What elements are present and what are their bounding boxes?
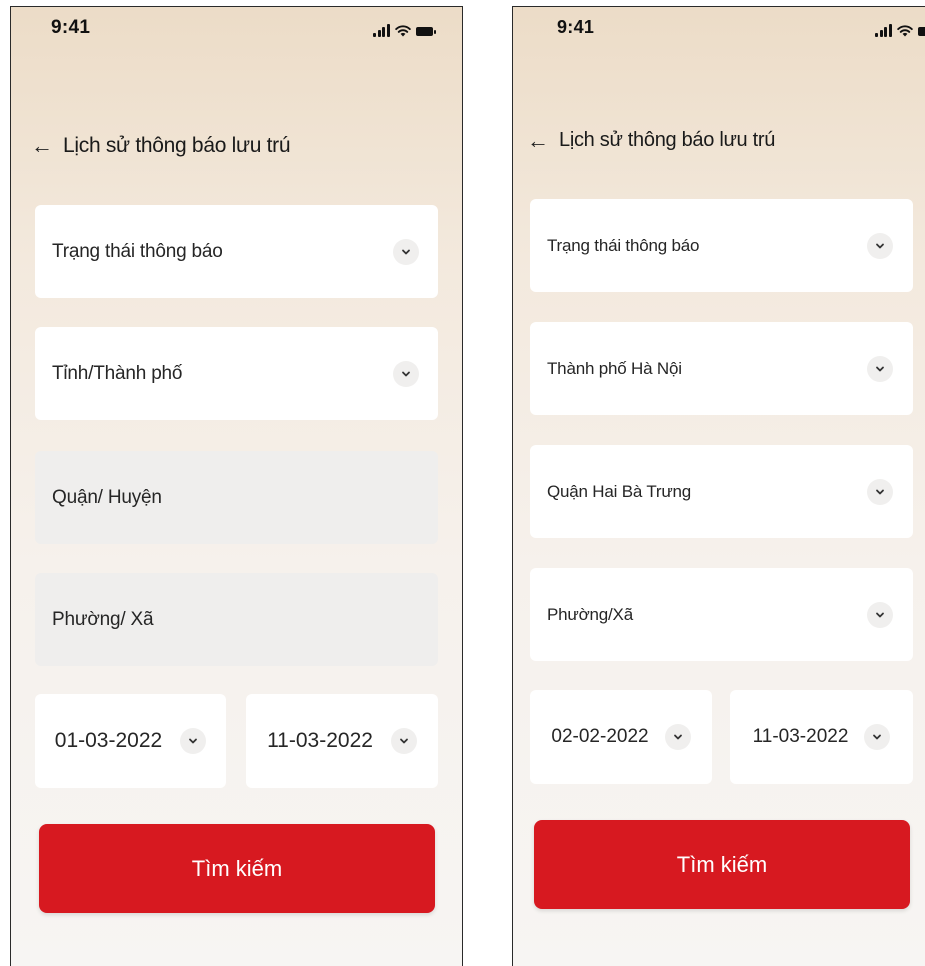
page-title: Lịch sử thông báo lưu trú — [559, 129, 775, 152]
phone-screen-right: 9:41 ← Lịch sử thông báo lưu trú Trạng t… — [512, 6, 925, 966]
ward-dropdown-label: Phường/ Xã — [52, 609, 438, 631]
province-dropdown[interactable]: Thành phố Hà Nội — [530, 322, 913, 415]
chevron-down-icon — [180, 728, 206, 754]
district-dropdown-label: Quận/ Huyện — [52, 487, 438, 509]
arrow-left-icon[interactable]: ← — [527, 130, 549, 152]
chevron-down-icon — [867, 479, 893, 505]
ward-dropdown[interactable]: Phường/Xã — [530, 568, 913, 661]
status-dropdown[interactable]: Trạng thái thông báo — [35, 205, 438, 298]
to-date-value: 11-03-2022 — [753, 726, 849, 748]
status-icons — [875, 23, 925, 37]
chevron-down-icon — [867, 233, 893, 259]
signal-icon — [875, 24, 892, 37]
status-icons — [373, 23, 433, 37]
search-button[interactable]: Tìm kiếm — [534, 820, 910, 909]
to-date-picker[interactable]: 11-03-2022 — [246, 694, 438, 788]
signal-icon — [373, 24, 390, 37]
arrow-left-icon[interactable]: ← — [31, 135, 53, 157]
from-date-value: 02-02-2022 — [551, 726, 648, 748]
search-button[interactable]: Tìm kiếm — [39, 824, 435, 913]
province-dropdown-label: Tỉnh/Thành phố — [52, 363, 393, 385]
chevron-down-icon — [867, 356, 893, 382]
ward-dropdown-label: Phường/Xã — [547, 605, 867, 625]
chevron-down-icon — [864, 724, 890, 750]
chevron-down-icon — [393, 239, 419, 265]
province-dropdown[interactable]: Tỉnh/Thành phố — [35, 327, 438, 420]
status-dropdown[interactable]: Trạng thái thông báo — [530, 199, 913, 292]
wifi-icon — [395, 24, 411, 37]
wifi-icon — [897, 24, 913, 37]
from-date-picker[interactable]: 01-03-2022 — [35, 694, 226, 788]
to-date-value: 11-03-2022 — [267, 729, 373, 753]
status-dropdown-label: Trạng thái thông báo — [52, 241, 393, 263]
chevron-down-icon — [867, 602, 893, 628]
page-header: ← Lịch sử thông báo lưu trú — [31, 134, 290, 158]
chevron-down-icon — [393, 361, 419, 387]
from-date-picker[interactable]: 02-02-2022 — [530, 690, 712, 784]
chevron-down-icon — [665, 724, 691, 750]
district-dropdown: Quận/ Huyện — [35, 451, 438, 544]
status-time: 9:41 — [51, 17, 90, 39]
battery-icon — [416, 27, 433, 36]
page-header: ← Lịch sử thông báo lưu trú — [527, 129, 775, 152]
status-time: 9:41 — [557, 17, 594, 38]
page-title: Lịch sử thông báo lưu trú — [63, 134, 290, 158]
from-date-value: 01-03-2022 — [55, 729, 162, 753]
to-date-picker[interactable]: 11-03-2022 — [730, 690, 913, 784]
phone-screen-left: 9:41 ← Lịch sử thông báo lưu trú Trạng t… — [10, 6, 463, 966]
battery-icon — [918, 27, 925, 36]
district-dropdown[interactable]: Quận Hai Bà Trưng — [530, 445, 913, 538]
status-dropdown-label: Trạng thái thông báo — [547, 236, 867, 256]
province-dropdown-label: Thành phố Hà Nội — [547, 359, 867, 379]
ward-dropdown: Phường/ Xã — [35, 573, 438, 666]
district-dropdown-label: Quận Hai Bà Trưng — [547, 482, 867, 502]
chevron-down-icon — [391, 728, 417, 754]
